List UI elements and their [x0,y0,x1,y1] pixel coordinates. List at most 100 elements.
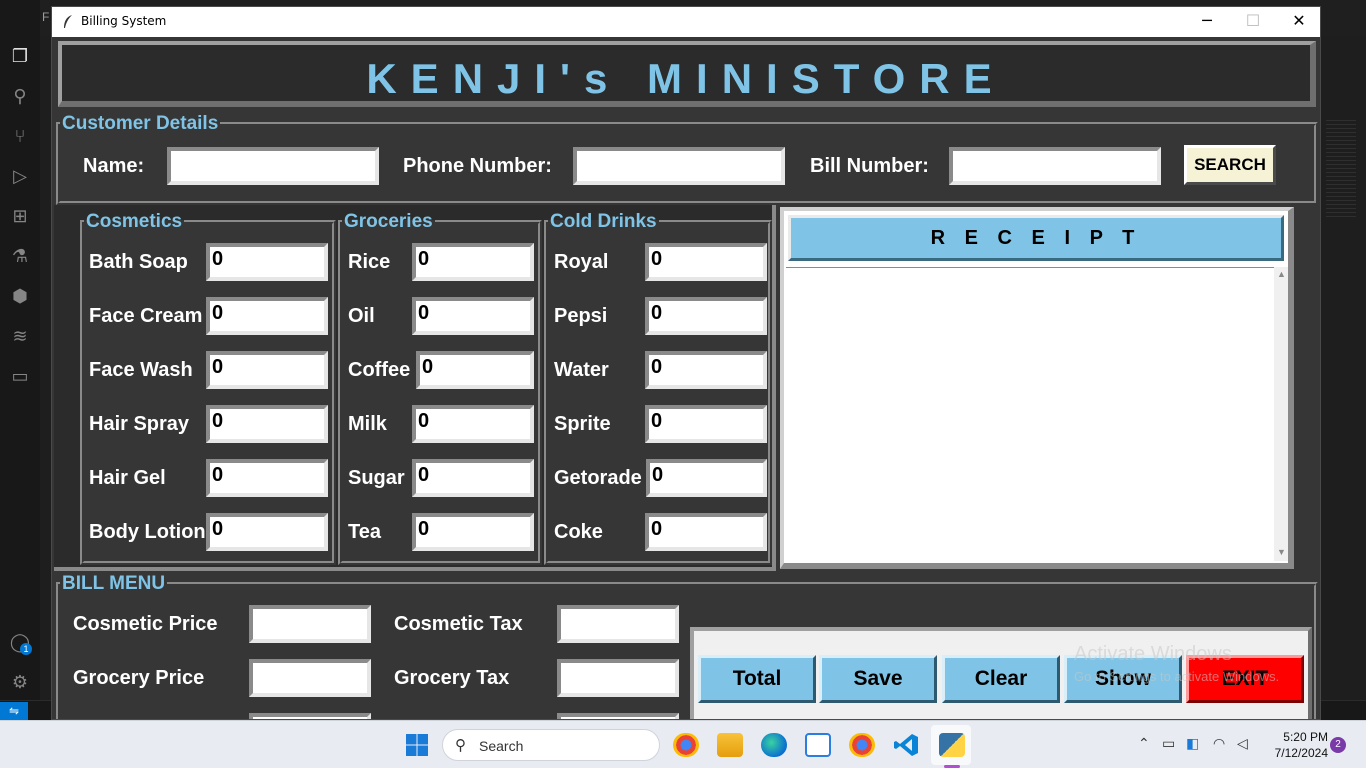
clock-date: 7/12/2024 [1274,746,1328,760]
billing-window: Billing System ─ ☐ ✕ KENJI's MINISTORE C… [51,6,1321,720]
testing-icon[interactable]: ⚗ [8,244,32,268]
vscode-title-fragment: F [42,10,50,24]
grocery-tax-input[interactable] [557,659,679,697]
bill-number-label: Bill Number: [810,155,929,177]
groceries-legend: Groceries [344,211,433,232]
receipt-text-area[interactable] [786,267,1274,557]
cosmetic-item-label: Hair Spray [89,413,190,435]
remote-indicator-icon[interactable]: ⇋ [0,702,28,720]
cosmetic-price-input[interactable] [249,605,371,643]
store-header: KENJI's MINISTORE [58,41,1316,107]
phone-label: Phone Number: [403,155,552,177]
remote-explorer-icon[interactable]: ▭ [8,364,32,388]
grocery-price-label: Grocery Price [73,667,205,689]
grocery-price-input[interactable] [249,659,371,697]
drink-item-label: Coke [554,521,603,543]
grocery-qty-input[interactable]: 0 [412,297,534,335]
cosmetic-item-label: Face Cream [89,305,203,327]
cosmetics-legend: Cosmetics [86,211,183,232]
save-button[interactable]: Save [819,655,937,703]
drink-item-label: Sprite [554,413,611,435]
maximize-button[interactable]: ☐ [1230,7,1276,37]
layers-icon[interactable]: ≋ [8,324,32,348]
cosmetic-qty-input[interactable]: 0 [206,297,328,335]
chrome-icon[interactable] [849,733,875,757]
close-button[interactable]: ✕ [1276,7,1320,37]
drink-qty-input[interactable]: 0 [645,243,767,281]
cosmetic-qty-input[interactable]: 0 [206,351,328,389]
drink-qty-input[interactable]: 0 [645,405,767,443]
drink-qty-input[interactable]: 0 [645,513,767,551]
search-icon: ⚲ [455,737,466,754]
wifi-icon[interactable]: ◠ [1213,735,1225,752]
drink-qty-input[interactable]: 0 [645,351,767,389]
python-icon[interactable]: ⬢ [8,284,32,308]
drink-qty-input[interactable]: 0 [645,297,767,335]
scroll-down-icon[interactable]: ▼ [1277,547,1286,557]
cosmetic-qty-input[interactable]: 0 [206,513,328,551]
grocery-item-label: Milk [348,413,387,435]
receipt-scrollbar[interactable]: ▲ ▼ [1274,267,1288,561]
drink-qty-input[interactable]: 0 [646,459,767,497]
cosmetic-price-label: Cosmetic Price [73,613,218,635]
notification-badge[interactable]: 2 [1330,737,1346,753]
phone-input[interactable] [573,147,785,185]
app-tray-icon[interactable]: ◧ [1186,735,1199,752]
store-icon[interactable] [805,733,831,757]
activation-watermark-subtitle: Go to Settings to activate Windows. [1074,669,1280,684]
grocery-qty-input[interactable]: 0 [412,513,534,551]
account-badge: 1 [20,643,32,655]
grocery-item-label: Tea [348,521,381,543]
window-titlebar: Billing System ─ ☐ ✕ [52,7,1320,37]
cosmetic-qty-input[interactable]: 0 [206,405,328,443]
settings-gear-icon[interactable]: ⚙ [8,670,32,694]
display-icon[interactable]: ▭ [1162,735,1175,752]
grocery-qty-input[interactable]: 0 [412,405,534,443]
receipt-title: R E C E I P T [788,215,1284,261]
window-title: Billing System [81,14,167,28]
grocery-item-label: Oil [348,305,375,327]
cosmetic-item-label: Bath Soap [89,251,188,273]
volume-icon[interactable]: ◁ [1237,735,1248,752]
minimize-button[interactable]: ─ [1184,7,1230,37]
extensions-icon[interactable]: ⊞ [8,204,32,228]
bill-number-input[interactable] [949,147,1161,185]
vscode-activity-bar: ❐ ⚲ ⑂ ▷ ⊞ ⚗ ⬢ ≋ ▭ ◯ 1 ⚙ [0,0,40,720]
search-button[interactable]: SEARCH [1184,145,1276,185]
name-input[interactable] [167,147,379,185]
search-icon[interactable]: ⚲ [8,84,32,108]
drink-item-label: Royal [554,251,609,273]
cosmetic-tax-input[interactable] [557,605,679,643]
start-icon[interactable] [405,733,429,757]
taskbar-search-placeholder: Search [479,738,524,754]
clock[interactable]: 5:20 PM 7/12/2024 [1266,729,1328,761]
grocery-qty-input[interactable]: 0 [412,459,534,497]
vscode-taskbar-icon[interactable] [893,733,919,757]
run-debug-icon[interactable]: ▷ [8,164,32,188]
clear-button[interactable]: Clear [942,655,1060,703]
edge-icon[interactable] [761,733,787,757]
grocery-qty-input[interactable]: 0 [412,243,534,281]
drink-tax-input[interactable] [557,713,679,719]
tray-overflow-icon[interactable]: ⌃ [1138,735,1150,752]
drink-item-label: Water [554,359,609,381]
python-app-icon[interactable] [939,733,965,757]
total-button[interactable]: Total [698,655,816,703]
store-title: KENJI's MINISTORE [366,55,1006,102]
file-explorer-icon[interactable] [717,733,743,757]
taskbar-search[interactable]: ⚲ Search [442,729,660,761]
cosmetic-qty-input[interactable]: 0 [206,459,328,497]
grocery-qty-input[interactable]: 0 [416,351,534,389]
explorer-icon[interactable]: ❐ [8,44,32,68]
drink-item-label: Pepsi [554,305,608,327]
source-control-icon[interactable]: ⑂ [8,124,32,148]
grocery-item-label: Rice [348,251,391,273]
cosmetic-tax-label: Cosmetic Tax [394,613,523,635]
grocery-item-label: Coffee [348,359,411,381]
scroll-up-icon[interactable]: ▲ [1277,269,1286,279]
name-label: Name: [83,155,145,177]
clock-time: 5:20 PM [1283,730,1328,744]
chrome-profile-icon[interactable] [673,733,699,757]
drink-price-input[interactable] [249,713,371,719]
cosmetic-qty-input[interactable]: 0 [206,243,328,281]
